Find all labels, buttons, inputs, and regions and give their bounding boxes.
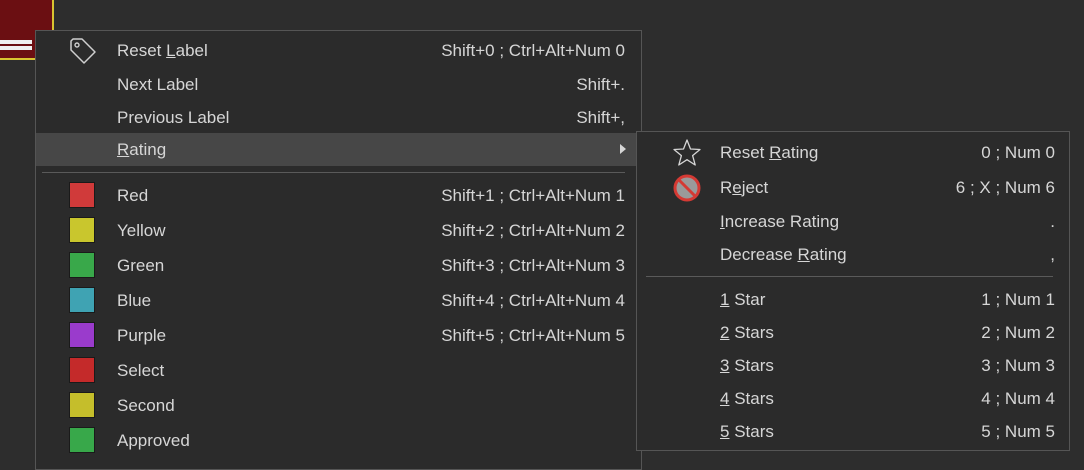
- menu-item-label: Select: [117, 360, 165, 380]
- menu-item-shortcut: 4 ; Num 4: [981, 388, 1055, 408]
- menu-item-label: 2 Stars: [720, 322, 774, 342]
- color-swatch-icon: [69, 392, 95, 418]
- color-swatch-icon: [69, 357, 95, 383]
- menu-item-shortcut: 0 ; Num 0: [981, 142, 1055, 162]
- menu-item-shortcut: Shift+2 ; Ctrl+Alt+Num 2: [441, 220, 625, 240]
- reject-icon: [673, 174, 701, 202]
- menu-item-shortcut: Shift+1 ; Ctrl+Alt+Num 1: [441, 185, 625, 205]
- menu-item-label-approved[interactable]: Approved: [36, 424, 641, 457]
- menu-item-label: Reject: [720, 177, 769, 197]
- color-swatch-icon: [69, 427, 95, 453]
- menu-item-2-stars[interactable]: 2 Stars 2 ; Num 2: [637, 316, 1069, 349]
- tag-icon: [70, 38, 96, 64]
- menu-item-label: Purple: [117, 325, 167, 345]
- submenu-arrow-icon: [620, 144, 626, 154]
- menu-item-label: Second: [117, 395, 175, 415]
- menu-item-label-green[interactable]: Green Shift+3 ; Ctrl+Alt+Num 3: [36, 249, 641, 282]
- menu-item-next-label[interactable]: Next Label Shift+.: [36, 68, 641, 101]
- menu-item-label-blue[interactable]: Blue Shift+4 ; Ctrl+Alt+Num 4: [36, 284, 641, 317]
- menu-item-shortcut: Shift+0 ; Ctrl+Alt+Num 0: [441, 40, 625, 60]
- color-swatch-icon: [69, 322, 95, 348]
- menu-item-reset-label[interactable]: Reset Label Shift+0 ; Ctrl+Alt+Num 0: [36, 34, 641, 67]
- menu-item-shortcut: Shift+,: [576, 107, 625, 127]
- menu-item-rating[interactable]: Rating: [36, 133, 641, 166]
- menu-item-previous-label[interactable]: Previous Label Shift+,: [36, 101, 641, 134]
- menu-item-shortcut: 1 ; Num 1: [981, 289, 1055, 309]
- menu-item-shortcut: 2 ; Num 2: [981, 322, 1055, 342]
- menu-item-label: Yellow: [117, 220, 166, 240]
- menu-item-label: 5 Stars: [720, 421, 774, 441]
- menu-item-shortcut: Shift+3 ; Ctrl+Alt+Num 3: [441, 255, 625, 275]
- menu-item-shortcut: Shift+4 ; Ctrl+Alt+Num 4: [441, 290, 625, 310]
- menu-item-label: Reset Label: [117, 40, 208, 60]
- menu-item-label: 1 Star: [720, 289, 766, 309]
- menu-item-label: Rating: [117, 139, 167, 159]
- rating-submenu: Reset Rating 0 ; Num 0 Reject 6 ; X ; Nu…: [636, 131, 1070, 451]
- menu-item-reset-rating[interactable]: Reset Rating 0 ; Num 0: [637, 136, 1069, 169]
- menu-item-label-red[interactable]: Red Shift+1 ; Ctrl+Alt+Num 1: [36, 179, 641, 212]
- menu-item-label: Blue: [117, 290, 152, 310]
- menu-item-label: Green: [117, 255, 165, 275]
- menu-item-increase-rating[interactable]: Increase Rating .: [637, 205, 1069, 238]
- menu-item-3-stars[interactable]: 3 Stars 3 ; Num 3: [637, 349, 1069, 382]
- thumbnail-stripe: [0, 46, 32, 50]
- context-menu: Reset Label Shift+0 ; Ctrl+Alt+Num 0 Nex…: [35, 30, 642, 470]
- menu-item-shortcut: Shift+.: [576, 74, 625, 94]
- menu-item-label: 3 Stars: [720, 355, 774, 375]
- menu-item-4-stars[interactable]: 4 Stars 4 ; Num 4: [637, 382, 1069, 415]
- menu-item-label: Increase Rating: [720, 211, 840, 231]
- menu-item-label: Decrease Rating: [720, 244, 847, 264]
- color-swatch-icon: [69, 217, 95, 243]
- menu-item-reject[interactable]: Reject 6 ; X ; Num 6: [637, 171, 1069, 204]
- menu-item-label-yellow[interactable]: Yellow Shift+2 ; Ctrl+Alt+Num 2: [36, 214, 641, 247]
- menu-item-shortcut: Shift+5 ; Ctrl+Alt+Num 5: [441, 325, 625, 345]
- menu-item-label: 4 Stars: [720, 388, 774, 408]
- menu-item-1-star[interactable]: 1 Star 1 ; Num 1: [637, 283, 1069, 316]
- thumbnail-stripe: [0, 40, 32, 44]
- menu-item-5-stars[interactable]: 5 Stars 5 ; Num 5: [637, 415, 1069, 448]
- menu-item-label: Reset Rating: [720, 142, 819, 162]
- star-outline-icon: [673, 139, 701, 166]
- menu-item-label: Approved: [117, 430, 190, 450]
- color-swatch-icon: [69, 287, 95, 313]
- menu-item-label-purple[interactable]: Purple Shift+5 ; Ctrl+Alt+Num 5: [36, 319, 641, 352]
- menu-separator: [646, 276, 1053, 277]
- menu-item-label: Next Label: [117, 74, 199, 94]
- menu-item-decrease-rating[interactable]: Decrease Rating ,: [637, 238, 1069, 271]
- menu-item-shortcut: ,: [1050, 244, 1055, 264]
- menu-separator: [42, 172, 625, 173]
- color-swatch-icon: [69, 182, 95, 208]
- menu-item-label: Red: [117, 185, 149, 205]
- menu-item-label-select[interactable]: Select: [36, 354, 641, 387]
- menu-item-label: Previous Label: [117, 107, 230, 127]
- menu-item-shortcut: 5 ; Num 5: [981, 421, 1055, 441]
- menu-item-shortcut: 6 ; X ; Num 6: [955, 177, 1055, 197]
- menu-item-label-second[interactable]: Second: [36, 389, 641, 422]
- menu-item-shortcut: .: [1050, 211, 1055, 231]
- menu-item-shortcut: 3 ; Num 3: [981, 355, 1055, 375]
- color-swatch-icon: [69, 252, 95, 278]
